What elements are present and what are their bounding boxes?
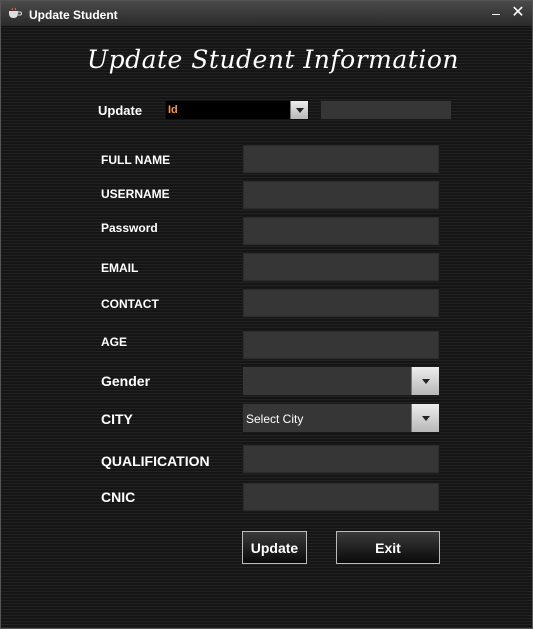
email-input[interactable] <box>242 252 440 282</box>
qualification-input[interactable] <box>242 444 440 474</box>
update-student-window: Update Student – ✕ Update Student Inform… <box>0 0 533 629</box>
email-label: EMAIL <box>101 261 139 275</box>
form-panel: Update Student Information Update Id FUL… <box>1 27 532 628</box>
search-value-input[interactable] <box>320 100 452 120</box>
gender-label: Gender <box>101 373 151 389</box>
city-label: CITY <box>101 411 133 427</box>
chevron-down-icon[interactable] <box>290 101 308 119</box>
contact-label: CONTACT <box>101 297 159 311</box>
city-selected: Select City <box>246 412 304 426</box>
username-label: USERNAME <box>101 187 170 201</box>
title-bar[interactable]: Update Student – ✕ <box>1 1 532 27</box>
update-by-label: Update <box>98 103 143 118</box>
cnic-input[interactable] <box>242 482 440 512</box>
contact-input[interactable] <box>242 288 440 318</box>
close-button[interactable]: ✕ <box>509 4 527 22</box>
page-title: Update Student Information <box>87 45 459 74</box>
qualification-label: QUALIFICATION <box>101 453 210 469</box>
password-input[interactable] <box>242 216 440 246</box>
age-label: AGE <box>101 335 128 349</box>
chevron-down-icon[interactable] <box>411 367 439 395</box>
exit-button[interactable]: Exit <box>336 531 440 564</box>
age-input[interactable] <box>242 330 440 360</box>
java-cup-icon <box>9 7 22 18</box>
city-select[interactable]: Select City <box>242 403 440 433</box>
cnic-label: CNIC <box>101 489 136 505</box>
full-name-input[interactable] <box>242 144 440 174</box>
password-label: Password <box>101 221 158 235</box>
window-title: Update Student <box>29 8 118 22</box>
chevron-down-icon[interactable] <box>411 404 439 432</box>
update-button[interactable]: Update <box>242 531 307 564</box>
username-input[interactable] <box>242 180 440 210</box>
full-name-label: FULL NAME <box>101 153 171 167</box>
update-by-selected: Id <box>168 104 178 116</box>
update-by-select[interactable]: Id <box>165 100 309 120</box>
minimize-button[interactable]: – <box>487 4 505 22</box>
gender-select[interactable] <box>242 366 440 396</box>
